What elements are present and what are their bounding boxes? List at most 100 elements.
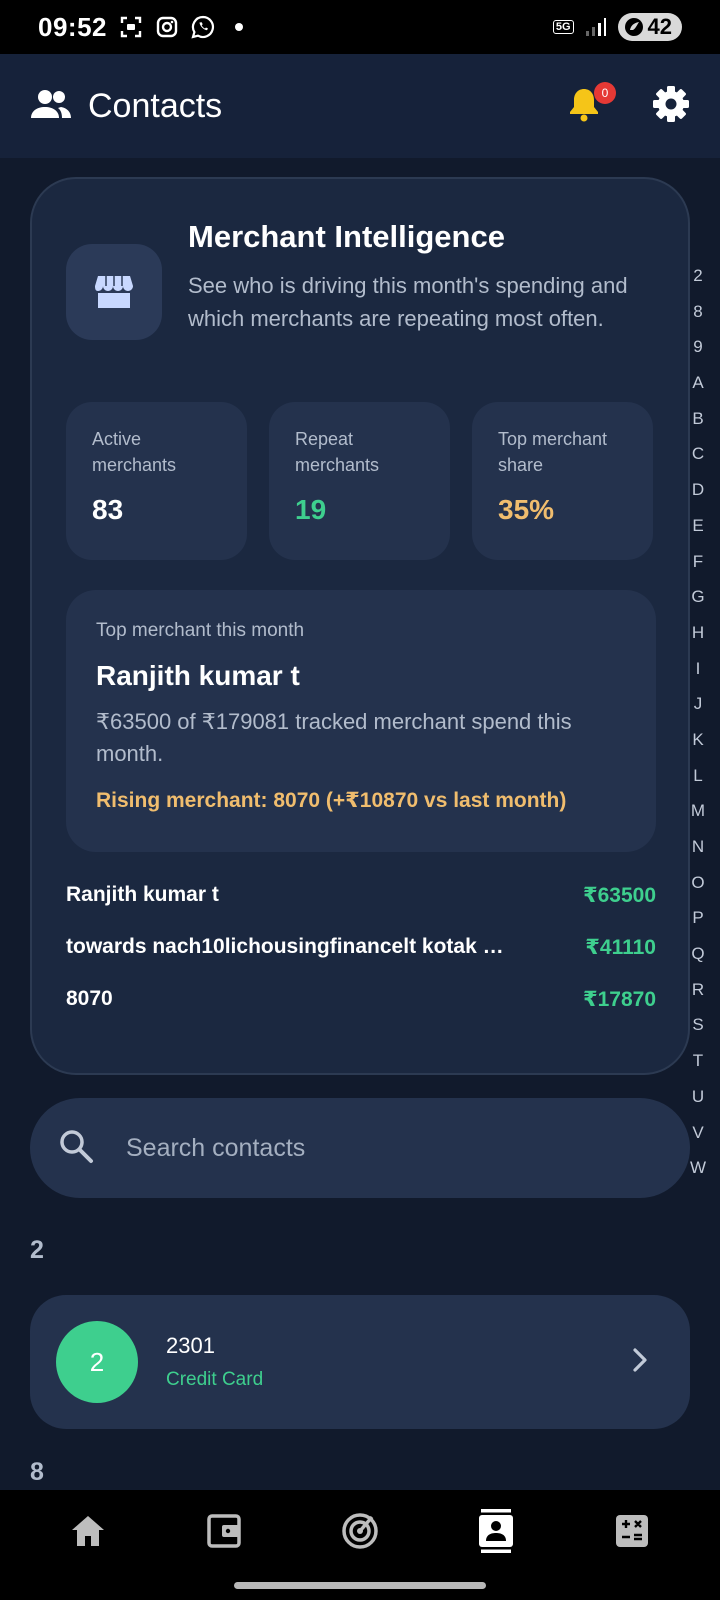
- header-actions: 0: [564, 82, 690, 128]
- avatar: 2: [56, 1321, 138, 1403]
- whatsapp-icon: [191, 15, 215, 39]
- alpha-index-letter[interactable]: P: [692, 900, 703, 936]
- bottom-nav-items: [0, 1490, 720, 1572]
- settings-button[interactable]: [652, 85, 690, 128]
- signal-icon: [584, 15, 608, 39]
- stat-active-merchants: Active merchants 83: [66, 402, 247, 560]
- bottom-nav: [0, 1490, 720, 1600]
- stat-top-merchant-share: Top merchant share 35%: [472, 402, 653, 560]
- alpha-index-letter[interactable]: R: [692, 972, 704, 1008]
- alpha-index-letter[interactable]: I: [696, 651, 701, 687]
- stat-label: Active merchants: [92, 429, 177, 475]
- top-merchant-description: ₹63500 of ₹179081 tracked merchant spend…: [96, 709, 572, 766]
- search-icon: [58, 1128, 94, 1169]
- page-title: Contacts: [88, 86, 223, 125]
- merchant-amount: ₹63500: [582, 883, 656, 907]
- merchant-name: towards nach10lichousingfinancelt kotak …: [66, 935, 504, 958]
- alpha-index-letter[interactable]: A: [692, 365, 703, 401]
- nav-contacts[interactable]: [466, 1501, 526, 1561]
- screenshot-icon: [119, 15, 143, 39]
- alpha-index-letter[interactable]: O: [691, 865, 704, 901]
- alpha-index-letter[interactable]: 9: [693, 329, 702, 365]
- contact-card[interactable]: 2 2301 Credit Card: [30, 1295, 690, 1429]
- rising-merchant-text: Rising merchant: 8070 (+₹10870 vs last m…: [96, 789, 567, 812]
- alpha-index-letter[interactable]: K: [692, 722, 703, 758]
- battery-level: 42: [647, 14, 672, 39]
- merchant-card-text: Merchant Intelligence See who is driving…: [188, 219, 654, 340]
- section-header: 2: [30, 1236, 44, 1264]
- section-header: 8: [30, 1458, 44, 1486]
- alpha-index-letter[interactable]: S: [692, 1007, 703, 1043]
- gear-icon: [653, 85, 689, 122]
- alpha-index-letter[interactable]: H: [692, 615, 704, 651]
- merchant-list: Ranjith kumar t ₹63500 towards nach10lic…: [66, 869, 656, 1025]
- status-bar: 09:52 5G 42: [0, 0, 720, 54]
- alpha-index-letter[interactable]: G: [691, 579, 704, 615]
- status-right: 5G 42: [552, 13, 682, 41]
- stat-repeat-merchants: Repeat merchants 19: [269, 402, 450, 560]
- network-label: 5G: [552, 20, 574, 34]
- notification-badge: 0: [594, 82, 616, 104]
- alpha-index-letter[interactable]: T: [693, 1043, 703, 1079]
- alpha-index-letter[interactable]: J: [694, 686, 703, 722]
- alpha-index-letter[interactable]: 2: [693, 258, 702, 294]
- nav-radar[interactable]: [330, 1501, 390, 1561]
- search-bar[interactable]: [30, 1098, 690, 1198]
- nav-wallet[interactable]: [194, 1501, 254, 1561]
- top-merchant-caption: Top merchant this month: [96, 620, 305, 641]
- status-left: 09:52: [38, 12, 251, 43]
- stat-value: 19: [295, 494, 327, 525]
- app-header: Contacts 0: [0, 54, 720, 158]
- alpha-index-letter[interactable]: Q: [691, 936, 704, 972]
- alpha-index-letter[interactable]: V: [692, 1115, 703, 1151]
- alpha-index-letter[interactable]: M: [691, 793, 705, 829]
- status-time: 09:52: [38, 11, 107, 42]
- stat-label: Repeat merchants: [295, 429, 380, 475]
- merchant-name: Ranjith kumar t: [66, 883, 219, 906]
- stat-value: 83: [92, 494, 124, 525]
- notifications-button[interactable]: 0: [564, 82, 616, 126]
- nav-calculator[interactable]: [602, 1501, 662, 1561]
- battery-indicator: 42: [617, 13, 682, 41]
- alpha-index-letter[interactable]: F: [693, 544, 703, 580]
- alpha-index-letter[interactable]: C: [692, 436, 704, 472]
- header-title-wrap: Contacts: [30, 87, 564, 126]
- merchant-list-row: Ranjith kumar t ₹63500: [66, 869, 656, 921]
- nav-home[interactable]: [58, 1501, 118, 1561]
- contacts-book-icon: [479, 1509, 513, 1553]
- instagram-icon: [155, 15, 179, 39]
- contact-name: 2301: [166, 1333, 215, 1358]
- alphabet-index[interactable]: 2 8 9 A B C D E F G H I J K L M N O P Q …: [684, 258, 712, 1186]
- contacts-icon: [30, 87, 72, 126]
- merchant-card-title: Merchant Intelligence: [188, 219, 505, 254]
- search-input[interactable]: [126, 1133, 662, 1163]
- home-indicator[interactable]: [234, 1582, 486, 1589]
- calculator-icon: [616, 1515, 648, 1547]
- alpha-index-letter[interactable]: L: [693, 758, 702, 794]
- stats-row: Active merchants 83 Repeat merchants 19 …: [66, 402, 653, 560]
- merchant-card-header: Merchant Intelligence See who is driving…: [66, 219, 654, 340]
- alpha-index-letter[interactable]: W: [690, 1150, 706, 1186]
- merchant-list-row: 8070 ₹17870: [66, 973, 656, 1025]
- chevron-right-icon: [630, 1347, 650, 1378]
- contact-info: 2301 Credit Card: [166, 1333, 630, 1391]
- radar-icon: [342, 1513, 378, 1549]
- merchant-amount: ₹17870: [582, 987, 656, 1011]
- store-icon: [95, 276, 133, 308]
- alpha-index-letter[interactable]: N: [692, 829, 704, 865]
- top-merchant-box: Top merchant this month Ranjith kumar t …: [66, 590, 656, 852]
- alpha-index-letter[interactable]: D: [692, 472, 704, 508]
- contact-type: Credit Card: [166, 1369, 264, 1390]
- merchant-name: 8070: [66, 987, 113, 1010]
- alpha-index-letter[interactable]: U: [692, 1079, 704, 1115]
- wallet-icon: [207, 1514, 241, 1548]
- home-icon: [72, 1516, 104, 1546]
- merchant-intelligence-card: Merchant Intelligence See who is driving…: [30, 177, 690, 1075]
- alpha-index-letter[interactable]: B: [692, 401, 703, 437]
- alpha-index-letter[interactable]: 8: [693, 294, 702, 330]
- merchant-amount: ₹41110: [585, 935, 656, 959]
- stat-value: 35%: [498, 494, 555, 525]
- merchant-card-description: See who is driving this month's spending…: [188, 273, 628, 331]
- dot-icon: [227, 15, 251, 39]
- alpha-index-letter[interactable]: E: [692, 508, 703, 544]
